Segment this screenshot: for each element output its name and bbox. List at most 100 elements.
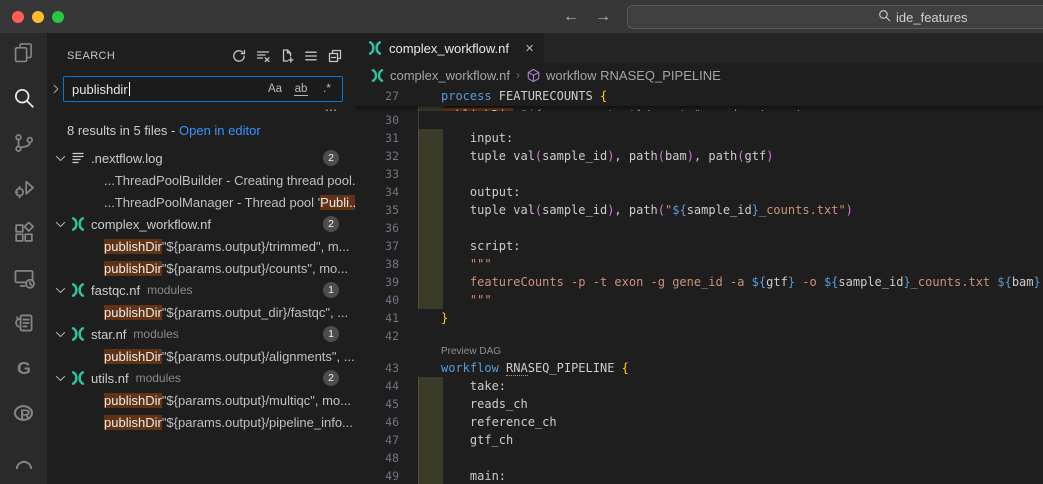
activity-item-extensions[interactable] [0,213,47,258]
code-line[interactable]: 46 reference_ch [355,413,1043,431]
search-result-match-row[interactable]: publishDir "${params.output}/alignments"… [47,345,355,367]
line-number: 27 [355,87,399,106]
code-line[interactable]: 33 [355,165,1043,183]
chevron-down-icon[interactable] [54,152,70,165]
close-window-button[interactable] [12,11,24,23]
activity-item-remote-explorer[interactable] [0,258,47,303]
code-line[interactable]: 40 """ [355,291,1043,309]
search-result-file-row[interactable]: .nextflow.log2 [47,147,355,169]
code-editor[interactable]: 27process FEATURECOUNTS {publishDir "${p… [355,87,1043,484]
search-result-match-row[interactable]: publishDir "${params.output}/trimmed", m… [47,235,355,257]
code-line[interactable]: 48 [355,449,1043,467]
search-result-file-row[interactable]: fastqc.nfmodules1 [47,279,355,301]
close-tab-icon[interactable]: ✕ [525,42,534,55]
codelens-preview-dag[interactable]: Preview DAG [355,345,1043,359]
match-text: ...ThreadPoolBuilder - Creating thread p… [104,173,355,188]
scope-highlight [418,237,443,255]
activity-item-gitlens-inspect[interactable] [0,303,47,348]
chevron-down-icon[interactable] [54,372,70,385]
code-line[interactable]: 38 """ [355,255,1043,273]
tab-complex-workflow[interactable]: complex_workflow.nf ✕ [355,33,545,63]
match-whole-word-toggle[interactable]: ab [290,80,312,98]
search-result-file-row[interactable]: complex_workflow.nf 2 [47,213,355,235]
open-new-search-editor-button[interactable] [279,48,295,64]
file-name: utils.nf [91,371,129,386]
activity-item-run-debug[interactable] [0,168,47,213]
chevron-down-icon[interactable] [54,218,70,231]
breadcrumb-item-symbol[interactable]: workflow RNASEQ_PIPELINE [546,68,721,83]
line-number: 46 [355,413,399,431]
file-name: .nextflow.log [91,151,163,166]
match-case-toggle[interactable]: Aa [264,80,286,98]
activity-item-explorer[interactable] [0,33,47,78]
scope-highlight [418,431,443,449]
scope-highlight [418,147,443,165]
chevron-down-icon[interactable] [54,328,70,341]
search-result-match-row[interactable]: publishDir "${params.output}/pipeline_in… [47,411,355,433]
code-line[interactable]: 42 [355,327,1043,345]
breadcrumb-item-file[interactable]: complex_workflow.nf [390,68,510,83]
code-line[interactable]: 49 main: [355,467,1043,484]
search-result-match-row[interactable]: publishDir "${params.output}/counts", mo… [47,257,355,279]
code-line[interactable]: 31 input: [355,129,1043,147]
toggle-search-details-button[interactable]: ⋯ [47,105,355,117]
scope-highlight [418,165,443,183]
line-number: 37 [355,237,399,255]
open-new-search-editor-icon [279,52,295,67]
open-in-editor-link[interactable]: Open in editor [179,123,261,138]
nav-back-button[interactable]: ← [563,8,579,26]
line-number: 43 [355,359,399,377]
r-language-icon: R [13,402,35,429]
use-regex-toggle[interactable]: .* [316,80,338,98]
nav-forward-button[interactable]: → [595,8,611,26]
toggle-replace-button[interactable] [49,76,63,102]
code-line[interactable]: 34 output: [355,183,1043,201]
code-line[interactable]: 44 take: [355,377,1043,395]
match-count-badge: 2 [323,216,339,232]
code-line[interactable]: 27process FEATURECOUNTS { [355,87,1043,106]
code-line[interactable]: 41} [355,309,1043,327]
line-number: 41 [355,309,399,327]
activity-item-search[interactable] [0,78,47,123]
line-number: 32 [355,147,399,165]
clear-search-results-button[interactable] [255,48,271,64]
activity-item-r-language[interactable]: R [0,393,47,438]
search-panel: SEARCH publishdir Aaab.* ⋯ 8 results in … [47,33,355,484]
code-line[interactable]: 47 gtf_ch [355,431,1043,449]
search-result-match-row[interactable]: publishDir "${params.output}/multiqc", m… [47,389,355,411]
chevron-down-icon[interactable] [54,284,70,297]
code-line[interactable]: 32 tuple val(sample_id), path(bam), path… [355,147,1043,165]
nextflow-icon [70,370,86,386]
zoom-window-button[interactable] [52,11,64,23]
code-line[interactable]: 37 script: [355,237,1043,255]
search-result-match-row[interactable]: publishDir "${params.output_dir}/fastqc"… [47,301,355,323]
nextflow-icon [70,326,86,342]
traffic-lights [12,11,64,23]
code-line[interactable]: 43workflow RNASEQ_PIPELINE { [355,359,1043,377]
command-center[interactable]: ide_features [627,5,1043,29]
activity-item-bottom-partial[interactable] [0,438,47,483]
search-result-match-row[interactable]: ...ThreadPoolBuilder - Creating thread p… [47,169,355,191]
minimize-window-button[interactable] [32,11,44,23]
search-result-file-row[interactable]: utils.nfmodules2 [47,367,355,389]
view-as-list-button[interactable] [303,48,319,64]
code-line[interactable]: 45 reads_ch [355,395,1043,413]
scope-highlight [418,467,443,484]
activity-item-source-control[interactable] [0,123,47,168]
code-line[interactable]: 39 featureCounts -p -t exon -g gene_id -… [355,273,1043,291]
code-line[interactable]: 35 tuple val(sample_id), path("${sample_… [355,201,1043,219]
search-result-match-row[interactable]: ...ThreadPoolManager - Thread pool 'Publ… [47,191,355,213]
code-line[interactable]: 30 [355,111,1043,129]
activity-item-gitlens[interactable]: G [0,348,47,393]
line-number: 48 [355,449,399,467]
refresh-button[interactable] [231,48,247,64]
tab-label: complex_workflow.nf [389,41,509,56]
search-input[interactable]: publishdir Aaab.* [63,76,343,102]
search-result-file-row[interactable]: star.nfmodules1 [47,323,355,345]
code-line[interactable]: 36 [355,219,1043,237]
search-summary: 8 results in 5 files - Open in editor [47,120,355,140]
scope-highlight [418,183,443,201]
file-name: complex_workflow.nf [91,217,211,232]
collapse-all-button[interactable] [327,48,343,64]
search-results-list: .nextflow.log2...ThreadPoolBuilder - Cre… [47,147,355,433]
